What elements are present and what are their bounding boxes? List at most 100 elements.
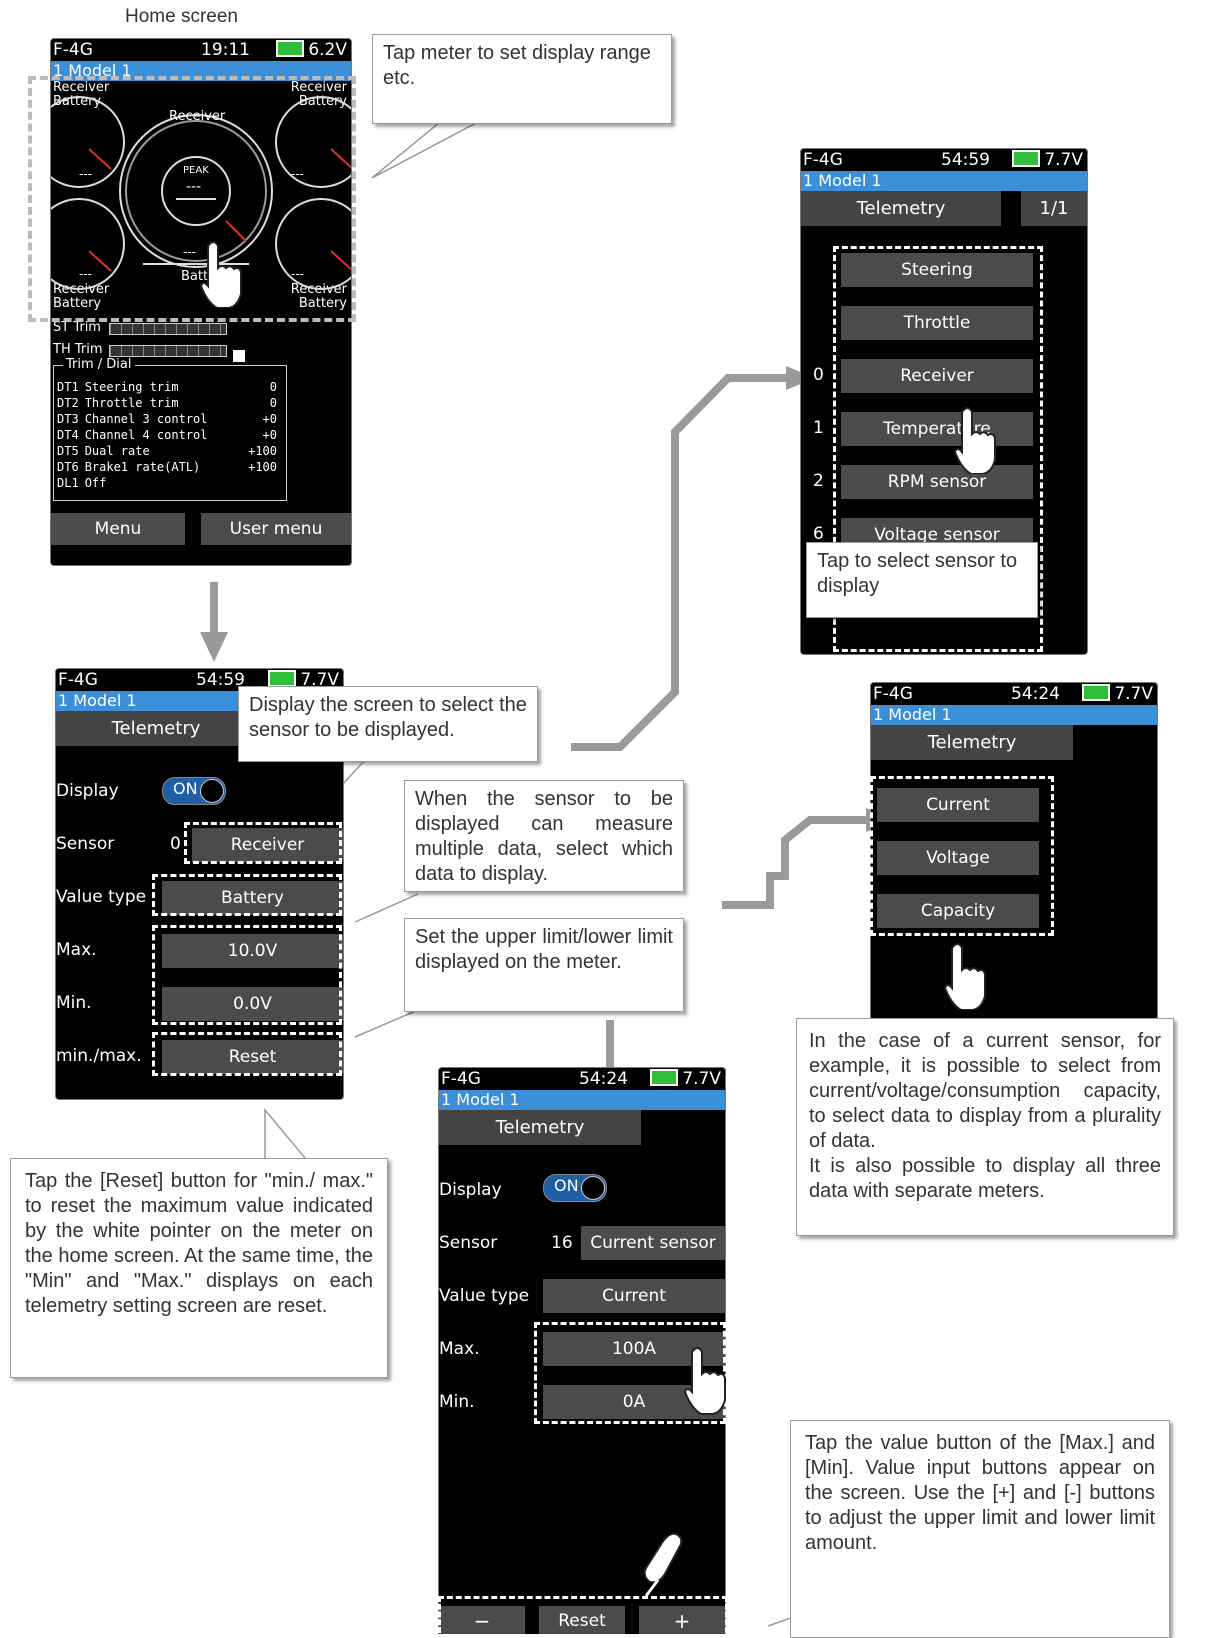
status-bar: F-4G 19:11 6.2V (51, 39, 351, 61)
model-name: 1 Model 1 (803, 171, 882, 190)
reset-highlight (152, 1032, 342, 1076)
callout-multiple-data: When the sensor to be displayed can meas… (404, 780, 684, 892)
callout-tap-select: Tap to select sensor to display (806, 542, 1038, 618)
battery-icon (1082, 684, 1111, 701)
status-bar: F-4G 54:59 7.7V (801, 149, 1087, 171)
sensor-select-button[interactable]: Current sensor (581, 1226, 725, 1260)
battery-voltage: 6.2V (308, 40, 347, 60)
telemetry-header: Telemetry (56, 711, 256, 746)
sensor-highlight (184, 822, 342, 864)
dial-id: DT4 (57, 428, 79, 442)
st-trim-label: ST Trim (53, 320, 101, 335)
telemetry-header: Telemetry (871, 725, 1073, 760)
display-toggle[interactable]: ON (543, 1174, 607, 1202)
tap-hand-icon (199, 241, 242, 308)
model-name: 1 Model 1 (873, 705, 952, 724)
model-name: 1 Model 1 (441, 1090, 520, 1109)
meter-highlight (28, 76, 356, 322)
dial-id: DL1 (57, 476, 79, 490)
toggle-knob (581, 1176, 605, 1200)
th-trim-label: TH Trim (53, 342, 103, 357)
sensor-channel-number: 2 (813, 471, 824, 491)
pointing-hand-icon (643, 1532, 683, 1597)
dial-id: DT2 (57, 396, 79, 410)
user-menu-button[interactable]: User menu (201, 513, 351, 545)
th-trim-bar (109, 345, 227, 357)
battery-icon (276, 40, 305, 57)
display-label: Display (439, 1180, 502, 1200)
device-title: F-4G (873, 684, 913, 704)
menu-button[interactable]: Menu (51, 513, 185, 545)
dial-function: Channel 3 control (84, 412, 208, 426)
caption-home-screen: Home screen (125, 6, 238, 27)
value-type-button[interactable]: Current (543, 1279, 725, 1313)
adjust-buttons-highlight (438, 1596, 728, 1633)
page-indicator: 1/1 (1021, 191, 1087, 226)
dial-function: Steering trim (84, 380, 179, 394)
battery-voltage: 7.7V (1114, 684, 1153, 704)
sensor-label: Sensor (56, 834, 115, 854)
dial-row: DL1 Off (57, 475, 281, 491)
clock: 54:24 (579, 1069, 628, 1089)
display-label: Display (56, 781, 119, 801)
sensor-channel-number: 6 (813, 524, 824, 544)
dial-value: 0 (269, 396, 277, 410)
dial-row: DT2 Throttle trim 0 (57, 395, 281, 411)
dial-id: DT6 (57, 460, 79, 474)
display-toggle-state: ON (554, 1176, 579, 1195)
dial-function: Throttle trim (84, 396, 179, 410)
dial-row: DT6 Brake1 rate(ATL) +100 (57, 459, 281, 475)
sensor-number: 16 (551, 1233, 573, 1253)
minmax-label: min./max. (56, 1046, 142, 1066)
device-title: F-4G (803, 150, 843, 170)
device-title: F-4G (53, 40, 93, 60)
data-type-highlight (870, 776, 1054, 936)
dial-value: 0 (269, 380, 277, 394)
min-label: Min. (56, 993, 92, 1013)
clock: 19:11 (201, 40, 250, 60)
max-label: Max. (56, 940, 97, 960)
value-type-label: Value type (56, 887, 147, 907)
dial-row: DT5 Dual rate +100 (57, 443, 281, 459)
value-type-label: Value type (439, 1286, 530, 1306)
dial-function: Dual rate (84, 444, 150, 458)
value-type-highlight (152, 874, 342, 916)
maxmin-highlight (152, 925, 342, 1025)
status-bar: F-4G 54:24 7.7V (439, 1068, 725, 1090)
tap-hand-icon (683, 1347, 726, 1415)
dial-value: +100 (248, 460, 277, 474)
device-title: F-4G (441, 1069, 481, 1089)
model-bar: 1 Model 1 (439, 1090, 725, 1110)
battery-icon (268, 670, 297, 687)
battery-icon (1012, 150, 1041, 167)
callout-display-screen: Display the screen to select the sensor … (238, 686, 538, 762)
callout-upper-lower: Set the upper limit/lower limit displaye… (404, 918, 684, 1012)
callout-tap-meter: Tap meter to set display range etc. (372, 34, 672, 124)
dial-list: DT1 Steering trim 0 DT2 Throttle trim 0 DT3 Cha… (57, 379, 281, 491)
model-name: 1 Model 1 (58, 691, 137, 710)
max-label: Max. (439, 1339, 480, 1359)
trim-dial-title: Trim / Dial (63, 357, 135, 372)
dial-function: Off (84, 476, 107, 490)
device-title: F-4G (58, 670, 98, 690)
model-bar: 1 Model 1 (871, 705, 1157, 725)
min-label: Min. (439, 1392, 475, 1412)
battery-voltage: 7.7V (1044, 150, 1083, 170)
status-bar: F-4G 54:24 7.7V (871, 683, 1157, 705)
telemetry-header: Telemetry (801, 191, 1001, 226)
dial-id: DT3 (57, 412, 79, 426)
dial-row: DT1 Steering trim 0 (57, 379, 281, 395)
dial-value: +100 (248, 444, 277, 458)
telemetry-header: Telemetry (439, 1110, 641, 1145)
callout-value-button: Tap the value button of the [Max.] and [… (790, 1420, 1170, 1638)
sensor-number: 0 (170, 834, 181, 854)
display-toggle[interactable]: ON (162, 777, 226, 805)
callout-reset-note: Tap the [Reset] button for "min./ max." … (10, 1158, 388, 1378)
dial-function: Brake1 rate(ATL) (84, 460, 201, 474)
dial-id: DT5 (57, 444, 79, 458)
clock: 54:24 (1011, 684, 1060, 704)
dial-row: DT3 Channel 3 control +0 (57, 411, 281, 427)
sensor-channel-number: 1 (813, 418, 824, 438)
dial-function: Channel 4 control (84, 428, 208, 442)
dial-id: DT1 (57, 380, 79, 394)
